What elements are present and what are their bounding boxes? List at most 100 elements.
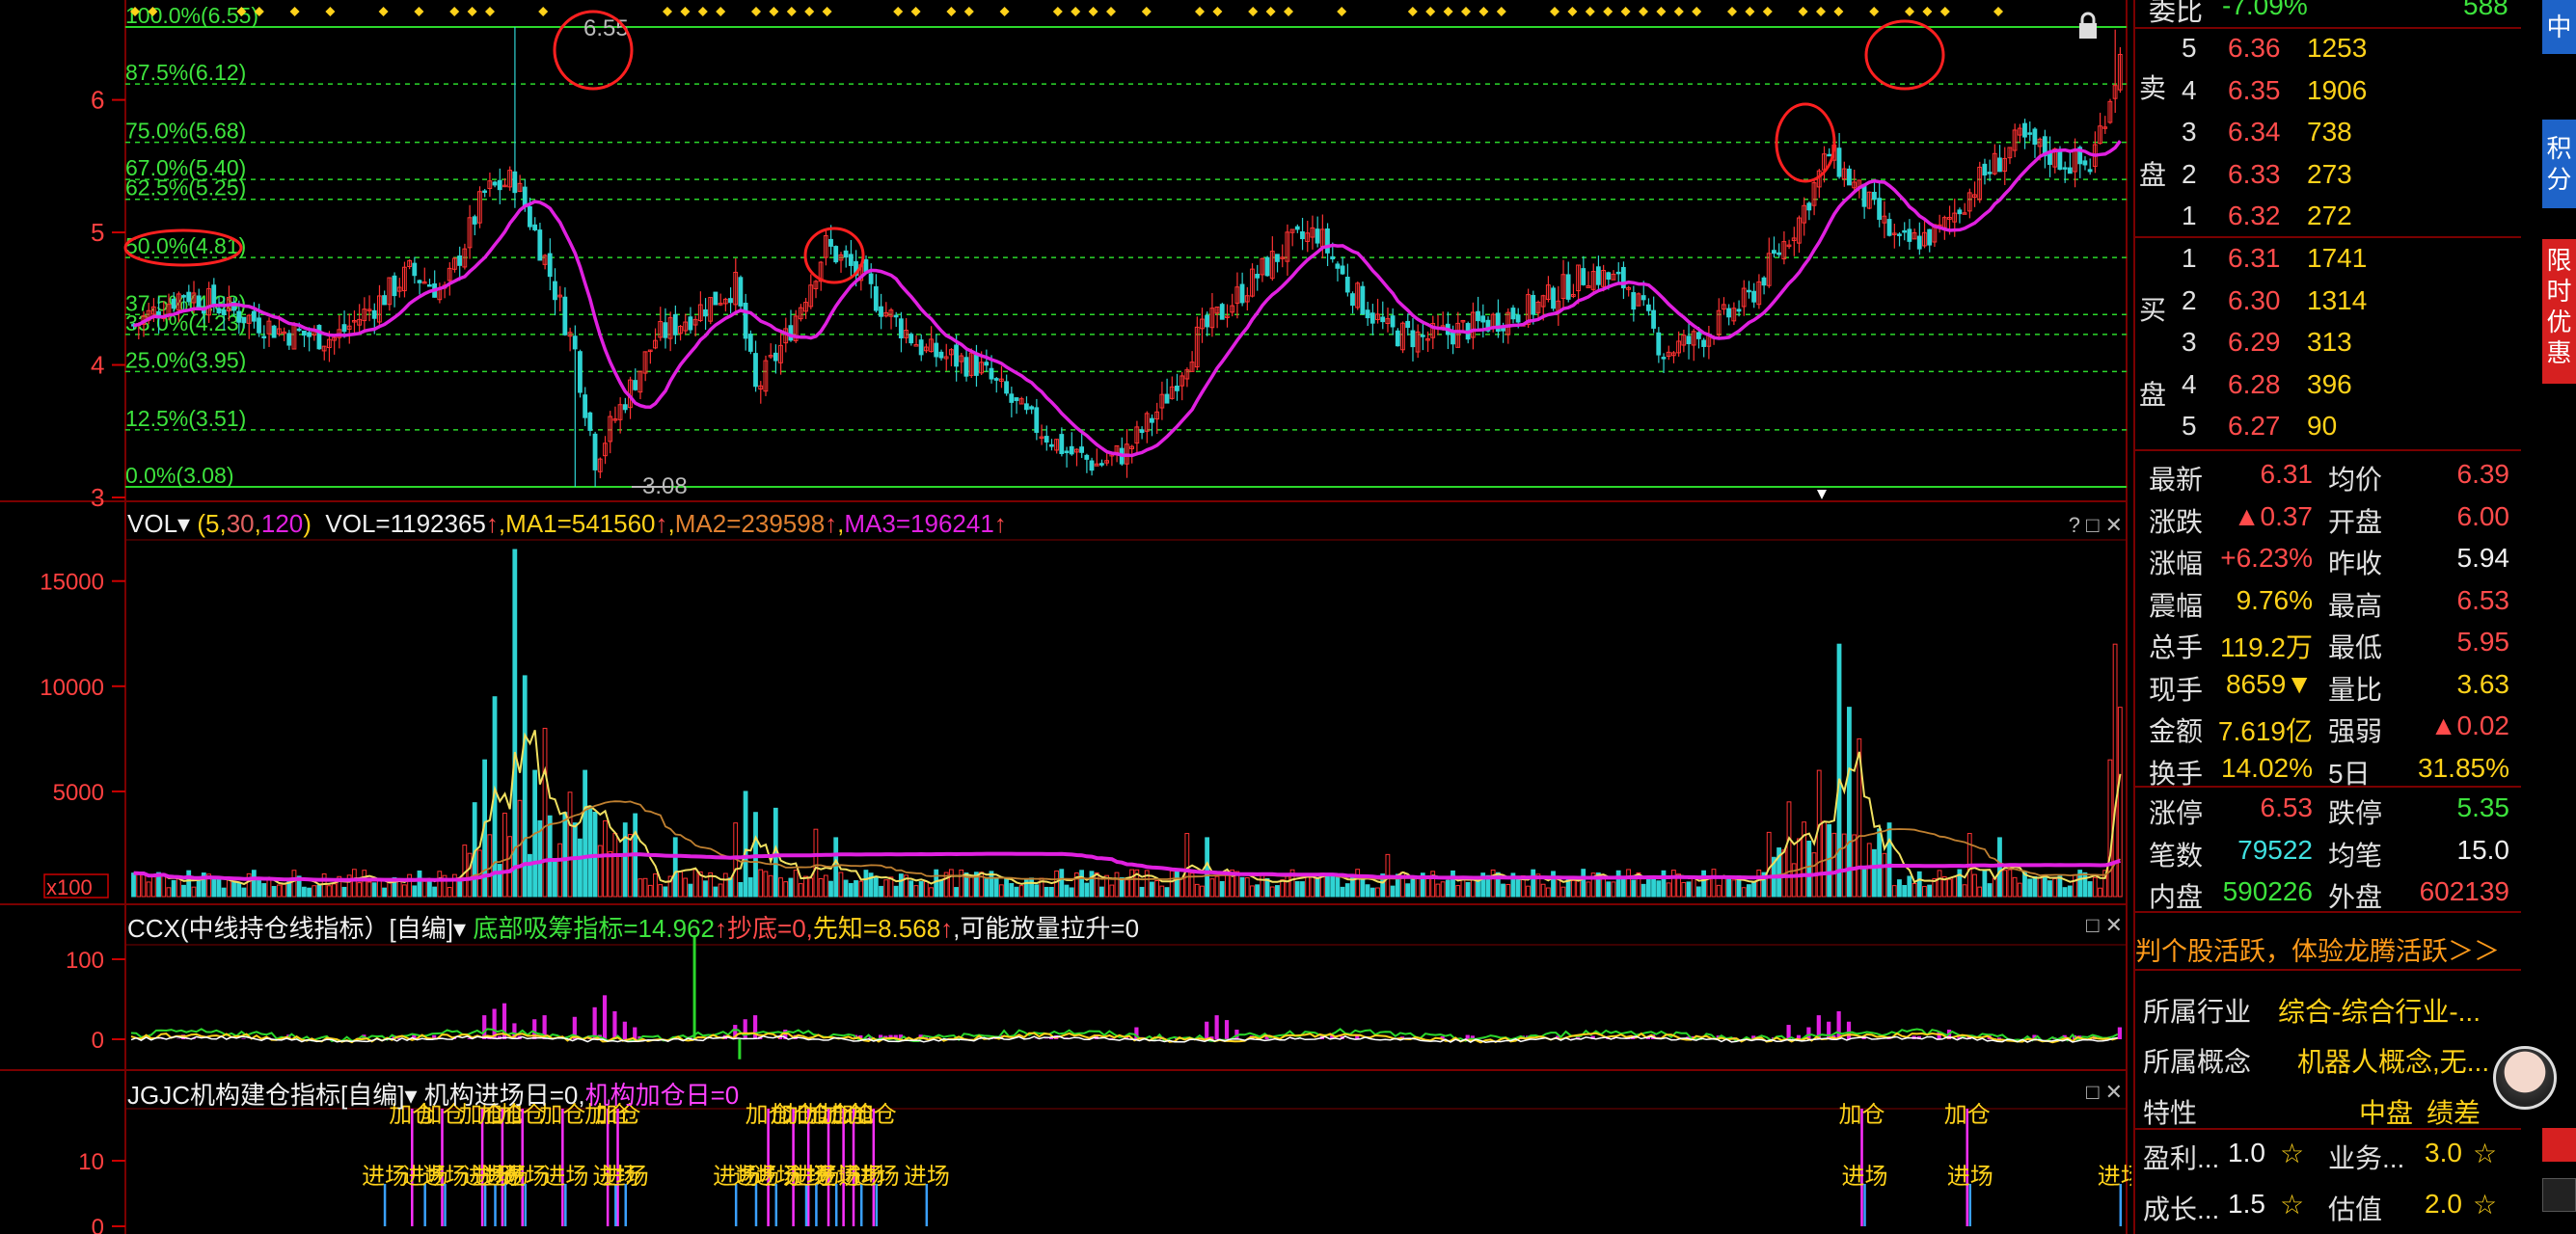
- buy-volume: 396: [2307, 368, 2352, 399]
- volume-bar: [1501, 883, 1505, 898]
- volume-bar: [1686, 881, 1692, 898]
- stat-label: 开盘: [2328, 506, 2383, 537]
- volume-bar: [312, 885, 317, 898]
- chart-canvas[interactable]: 6543100.0%(6.55)87.5%(6.12)75.0%(5.68)67…: [0, 0, 2131, 1234]
- volume-bar: [1018, 885, 1024, 898]
- score-row[interactable]: 成长... 1.5 ☆ 估值 2.0 ☆: [2135, 1183, 2521, 1224]
- scroll-arrow-icon: [1817, 490, 1827, 499]
- side-tab-points[interactable]: 积分: [2542, 120, 2576, 208]
- industry-value[interactable]: 综合-综合行业-...: [2278, 991, 2481, 1030]
- volume-bar: [1014, 886, 1019, 898]
- vol-panel-controls: ? □ ✕: [2069, 513, 2123, 538]
- buy-level-row[interactable]: 1 6.31 1741: [2135, 237, 2521, 279]
- signal-diamond: [1603, 7, 1613, 16]
- ccx-bar: [738, 1039, 742, 1060]
- stat-row[interactable]: 换手 14.02% 5日 31.85%: [2135, 747, 2521, 789]
- candle-body: [1726, 308, 1731, 318]
- close-icon[interactable]: ✕: [2105, 513, 2123, 537]
- signal-diamond: [963, 7, 974, 16]
- lock-icon: [2080, 12, 2096, 24]
- stat-value: 6.53: [2260, 792, 2314, 822]
- signal-diamond: [1337, 7, 1347, 16]
- candle-body: [1661, 357, 1667, 360]
- maximize-icon[interactable]: □: [2086, 913, 2099, 937]
- stat-row[interactable]: 现手 8659▼ 量比 3.63: [2135, 663, 2521, 705]
- y-tick-label: 10000: [40, 675, 104, 701]
- stat-value: 14.02%: [2221, 752, 2313, 783]
- sell-level-row[interactable]: 4 6.35 1906: [2135, 69, 2521, 111]
- maximize-icon[interactable]: □: [2086, 513, 2099, 537]
- maximize-icon[interactable]: □: [2086, 1080, 2099, 1104]
- volume-bar: [628, 834, 633, 898]
- side-tab-1[interactable]: 中: [2542, 0, 2576, 54]
- volume-bar: [291, 870, 297, 898]
- jgjc-name[interactable]: JGJC机构建仓指标[自编]: [127, 1081, 404, 1110]
- candle-body: [1836, 148, 1842, 177]
- crop-icon[interactable]: [2542, 1178, 2576, 1212]
- buy-level-row[interactable]: 2 6.30 1314: [2135, 280, 2521, 321]
- volume-bar: [166, 887, 172, 898]
- stat-row[interactable]: 涨停 6.53 跌停 5.35: [2135, 787, 2521, 828]
- volume-bar: [1827, 823, 1832, 898]
- signal-diamond: [1869, 7, 1880, 16]
- promo-banner[interactable]: 判个股活跃，体验龙腾活跃＞＞: [2135, 928, 2521, 970]
- volume-bar: [1711, 869, 1717, 898]
- volume-bar: [728, 877, 733, 898]
- volume-bar: [783, 881, 789, 898]
- candle-body: [1827, 153, 1832, 157]
- vol-name[interactable]: VOL: [127, 509, 177, 538]
- volume-bar: [1470, 879, 1476, 898]
- help-icon[interactable]: ?: [2069, 513, 2080, 537]
- volume-bar: [196, 878, 202, 898]
- volume-bar: [1139, 886, 1145, 898]
- y-tick-label: 0: [92, 1215, 104, 1234]
- sell-level-row[interactable]: 3 6.34 738: [2135, 111, 2521, 152]
- volume-bar: [1004, 877, 1009, 898]
- side-tab-promo[interactable]: 限时优惠: [2542, 239, 2576, 384]
- volume-bar: [371, 882, 377, 898]
- buy-level-row[interactable]: 3 6.29 313: [2135, 321, 2521, 362]
- candle-body: [713, 291, 719, 306]
- candle-body: [587, 412, 593, 431]
- vol-ma2: MA2=239598: [674, 509, 826, 538]
- signal-diamond: [786, 7, 797, 16]
- signal-diamond: [1071, 7, 1081, 16]
- fib-level-label: 25.0%(3.95): [125, 347, 246, 372]
- buy-level-row[interactable]: 4 6.28 396: [2135, 363, 2521, 405]
- volume-bar: [542, 727, 548, 898]
- expand-icon[interactable]: [2542, 1128, 2576, 1162]
- score-row[interactable]: 盈利... 1.0 ☆ 业务... 3.0 ☆: [2135, 1132, 2521, 1173]
- close-icon[interactable]: ✕: [2105, 1080, 2123, 1104]
- stat-row[interactable]: 涨跌 ▲0.37 开盘 6.00: [2135, 496, 2521, 537]
- weibi-row: 委比 -7.09% 588: [2135, 0, 2521, 26]
- volume-bar: [1670, 870, 1676, 898]
- promo-text[interactable]: 判个股活跃，体验龙腾活跃＞＞: [2135, 930, 2500, 968]
- volume-unit-label: x100: [46, 875, 93, 899]
- stat-row[interactable]: 最新 6.31 均价 6.39: [2135, 453, 2521, 495]
- stat-label: 震幅: [2149, 590, 2204, 621]
- buy-volume: 90: [2307, 411, 2338, 441]
- stat-row[interactable]: 涨幅 +6.23% 昨收 5.94: [2135, 537, 2521, 578]
- stat-row[interactable]: 笔数 79522 均笔 15.0: [2135, 829, 2521, 871]
- signal-diamond: [1639, 7, 1648, 16]
- volume-bar: [321, 872, 327, 898]
- close-icon[interactable]: ✕: [2105, 913, 2123, 937]
- volume-bar: [828, 880, 833, 898]
- buy-level-row[interactable]: 5 6.27 90: [2135, 405, 2521, 446]
- sell-volume: 1906: [2307, 74, 2368, 105]
- stat-value: +6.23%: [2220, 543, 2313, 573]
- level-number: 3: [2182, 327, 2197, 357]
- ccx-name[interactable]: CCX(中线持仓线指标）[自编]: [127, 914, 453, 943]
- sell-level-row[interactable]: 1 6.32 272: [2135, 195, 2521, 236]
- stat-row[interactable]: 内盘 590226 外盘 602139: [2135, 871, 2521, 912]
- signal-diamond: [804, 7, 815, 16]
- sell-level-row[interactable]: 5 6.36 1253: [2135, 27, 2521, 68]
- volume-bar: [1581, 869, 1586, 898]
- stat-row[interactable]: 震幅 9.76% 最高 6.53: [2135, 579, 2521, 621]
- sell-level-row[interactable]: 2 6.33 273: [2135, 153, 2521, 195]
- stat-row[interactable]: 总手 119.2万 最低 5.95: [2135, 621, 2521, 662]
- volume-bar: [307, 887, 312, 898]
- stat-row[interactable]: 金额 7.619亿 强弱 ▲0.02: [2135, 705, 2521, 746]
- avatar[interactable]: [2493, 1046, 2557, 1110]
- concept-value[interactable]: 机器人概念,无...: [2297, 1041, 2489, 1080]
